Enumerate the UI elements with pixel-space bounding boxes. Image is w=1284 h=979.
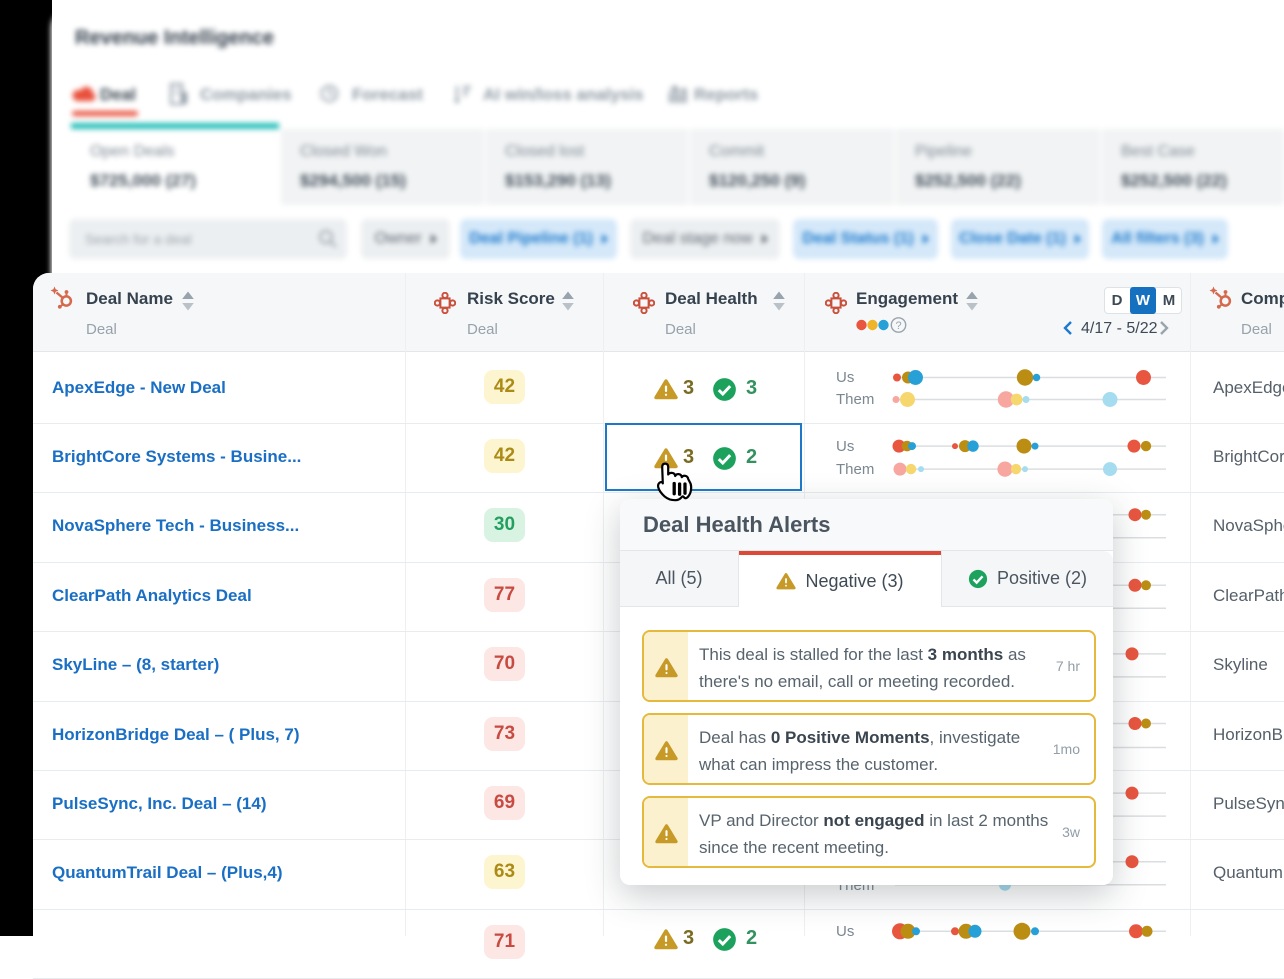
svg-text:?: ?: [895, 320, 901, 332]
